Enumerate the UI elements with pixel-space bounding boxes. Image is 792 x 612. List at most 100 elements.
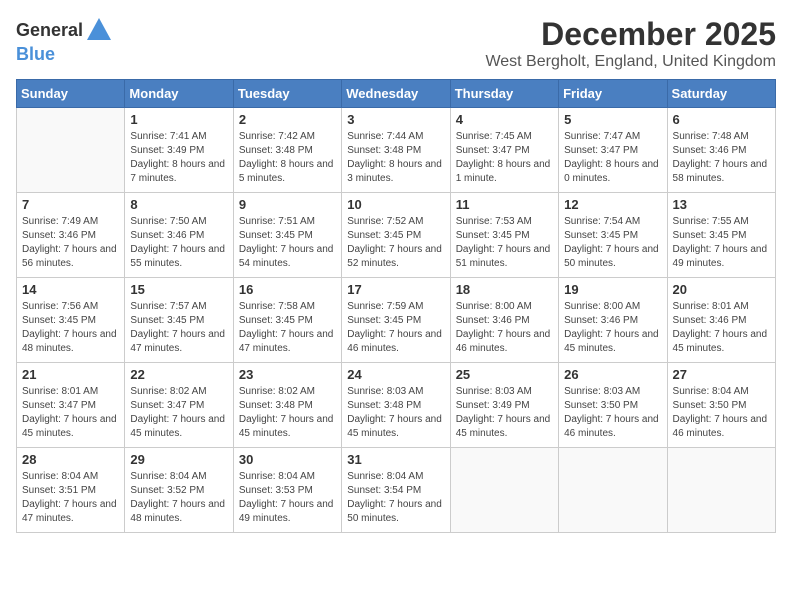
day-number: 26 bbox=[564, 367, 661, 382]
day-info: Sunrise: 8:02 AMSunset: 3:48 PMDaylight:… bbox=[239, 385, 336, 441]
calendar-cell: 26 Sunrise: 8:03 AMSunset: 3:50 PMDayligh… bbox=[559, 363, 667, 448]
day-info: Sunrise: 8:04 AMSunset: 3:52 PMDaylight:… bbox=[130, 470, 227, 526]
calendar-cell: 11Sunrise: 7:53 AMSunset: 3:45 PMDayligh… bbox=[450, 193, 558, 278]
day-number: 24 bbox=[347, 367, 444, 382]
calendar-cell: 29 Sunrise: 8:04 AMSunset: 3:52 PMDayligh… bbox=[125, 448, 233, 533]
weekday-header-row: SundayMondayTuesdayWednesdayThursdayFrid… bbox=[17, 80, 776, 108]
day-number: 13 bbox=[673, 197, 770, 212]
week-row-5: 28Sunrise: 8:04 AMSunset: 3:51 PMDayligh… bbox=[17, 448, 776, 533]
day-info: Sunrise: 8:03 AMSunset: 3:50 PMDaylight:… bbox=[564, 385, 661, 441]
calendar-cell bbox=[559, 448, 667, 533]
calendar-cell: 19 Sunrise: 8:00 AMSunset: 3:46 PMDayligh… bbox=[559, 278, 667, 363]
day-info: Sunrise: 8:03 AMSunset: 3:48 PMDaylight:… bbox=[347, 385, 444, 441]
logo-blue: Blue bbox=[16, 44, 55, 64]
week-row-4: 21 Sunrise: 8:01 AMSunset: 3:47 PMDayligh… bbox=[17, 363, 776, 448]
weekday-header-friday: Friday bbox=[559, 80, 667, 108]
day-info: Sunrise: 7:41 AMSunset: 3:49 PMDaylight:… bbox=[130, 130, 227, 186]
day-info: Sunrise: 7:54 AMSunset: 3:45 PMDaylight:… bbox=[564, 215, 661, 271]
day-info: Sunrise: 7:49 AMSunset: 3:46 PMDaylight:… bbox=[22, 215, 119, 271]
calendar-cell: 14 Sunrise: 7:56 AMSunset: 3:45 PMDayligh… bbox=[17, 278, 125, 363]
day-number: 27 bbox=[673, 367, 770, 382]
day-number: 12 bbox=[564, 197, 661, 212]
calendar-cell: 13 Sunrise: 7:55 AMSunset: 3:45 PMDayligh… bbox=[667, 193, 775, 278]
day-info: Sunrise: 7:51 AMSunset: 3:45 PMDaylight:… bbox=[239, 215, 336, 271]
logo-general: General bbox=[16, 20, 83, 41]
calendar-cell: 28Sunrise: 8:04 AMSunset: 3:51 PMDayligh… bbox=[17, 448, 125, 533]
day-number: 16 bbox=[239, 282, 336, 297]
day-number: 2 bbox=[239, 112, 336, 127]
day-info: Sunrise: 8:00 AMSunset: 3:46 PMDaylight:… bbox=[564, 300, 661, 356]
day-number: 5 bbox=[564, 112, 661, 127]
day-info: Sunrise: 8:04 AMSunset: 3:53 PMDaylight:… bbox=[239, 470, 336, 526]
calendar-cell bbox=[450, 448, 558, 533]
logo-icon bbox=[85, 16, 113, 44]
day-info: Sunrise: 7:44 AMSunset: 3:48 PMDaylight:… bbox=[347, 130, 444, 186]
day-info: Sunrise: 7:48 AMSunset: 3:46 PMDaylight:… bbox=[673, 130, 770, 186]
day-number: 19 bbox=[564, 282, 661, 297]
calendar-cell: 3 Sunrise: 7:44 AMSunset: 3:48 PMDaylight… bbox=[342, 108, 450, 193]
calendar-cell: 30 Sunrise: 8:04 AMSunset: 3:53 PMDayligh… bbox=[233, 448, 341, 533]
calendar-cell: 7 Sunrise: 7:49 AMSunset: 3:46 PMDaylight… bbox=[17, 193, 125, 278]
calendar-cell: 31Sunrise: 8:04 AMSunset: 3:54 PMDayligh… bbox=[342, 448, 450, 533]
calendar-cell: 16Sunrise: 7:58 AMSunset: 3:45 PMDayligh… bbox=[233, 278, 341, 363]
day-number: 7 bbox=[22, 197, 119, 212]
calendar-cell: 4Sunrise: 7:45 AMSunset: 3:47 PMDaylight… bbox=[450, 108, 558, 193]
weekday-header-saturday: Saturday bbox=[667, 80, 775, 108]
calendar-table: SundayMondayTuesdayWednesdayThursdayFrid… bbox=[16, 79, 776, 533]
calendar-cell: 24 Sunrise: 8:03 AMSunset: 3:48 PMDayligh… bbox=[342, 363, 450, 448]
day-number: 3 bbox=[347, 112, 444, 127]
weekday-header-tuesday: Tuesday bbox=[233, 80, 341, 108]
day-info: Sunrise: 7:55 AMSunset: 3:45 PMDaylight:… bbox=[673, 215, 770, 271]
day-info: Sunrise: 8:01 AMSunset: 3:47 PMDaylight:… bbox=[22, 385, 119, 441]
calendar-cell: 18 Sunrise: 8:00 AMSunset: 3:46 PMDayligh… bbox=[450, 278, 558, 363]
day-number: 1 bbox=[130, 112, 227, 127]
day-number: 18 bbox=[456, 282, 553, 297]
day-number: 15 bbox=[130, 282, 227, 297]
calendar-cell: 27 Sunrise: 8:04 AMSunset: 3:50 PMDayligh… bbox=[667, 363, 775, 448]
day-number: 25 bbox=[456, 367, 553, 382]
calendar-cell bbox=[667, 448, 775, 533]
day-info: Sunrise: 8:02 AMSunset: 3:47 PMDaylight:… bbox=[130, 385, 227, 441]
title-block: December 2025 West Bergholt, England, Un… bbox=[485, 16, 776, 71]
day-info: Sunrise: 7:56 AMSunset: 3:45 PMDaylight:… bbox=[22, 300, 119, 356]
calendar-cell: 15Sunrise: 7:57 AMSunset: 3:45 PMDayligh… bbox=[125, 278, 233, 363]
day-info: Sunrise: 7:45 AMSunset: 3:47 PMDaylight:… bbox=[456, 130, 553, 186]
day-info: Sunrise: 8:01 AMSunset: 3:46 PMDaylight:… bbox=[673, 300, 770, 356]
weekday-header-wednesday: Wednesday bbox=[342, 80, 450, 108]
week-row-3: 14 Sunrise: 7:56 AMSunset: 3:45 PMDayligh… bbox=[17, 278, 776, 363]
day-info: Sunrise: 8:04 AMSunset: 3:50 PMDaylight:… bbox=[673, 385, 770, 441]
day-number: 21 bbox=[22, 367, 119, 382]
day-number: 14 bbox=[22, 282, 119, 297]
calendar-cell: 10Sunrise: 7:52 AMSunset: 3:45 PMDayligh… bbox=[342, 193, 450, 278]
day-number: 20 bbox=[673, 282, 770, 297]
location-title: West Bergholt, England, United Kingdom bbox=[485, 53, 776, 71]
week-row-2: 7 Sunrise: 7:49 AMSunset: 3:46 PMDaylight… bbox=[17, 193, 776, 278]
calendar-cell: 25 Sunrise: 8:03 AMSunset: 3:49 PMDayligh… bbox=[450, 363, 558, 448]
calendar-cell: 1 Sunrise: 7:41 AMSunset: 3:49 PMDaylight… bbox=[125, 108, 233, 193]
calendar-cell: 22Sunrise: 8:02 AMSunset: 3:47 PMDayligh… bbox=[125, 363, 233, 448]
day-number: 30 bbox=[239, 452, 336, 467]
day-info: Sunrise: 7:42 AMSunset: 3:48 PMDaylight:… bbox=[239, 130, 336, 186]
calendar-cell: 17 Sunrise: 7:59 AMSunset: 3:45 PMDayligh… bbox=[342, 278, 450, 363]
day-number: 29 bbox=[130, 452, 227, 467]
day-info: Sunrise: 7:50 AMSunset: 3:46 PMDaylight:… bbox=[130, 215, 227, 271]
day-number: 17 bbox=[347, 282, 444, 297]
day-info: Sunrise: 7:52 AMSunset: 3:45 PMDaylight:… bbox=[347, 215, 444, 271]
month-title: December 2025 bbox=[485, 16, 776, 53]
day-number: 6 bbox=[673, 112, 770, 127]
day-number: 8 bbox=[130, 197, 227, 212]
week-row-1: 1 Sunrise: 7:41 AMSunset: 3:49 PMDaylight… bbox=[17, 108, 776, 193]
calendar-cell: 5Sunrise: 7:47 AMSunset: 3:47 PMDaylight… bbox=[559, 108, 667, 193]
day-info: Sunrise: 7:59 AMSunset: 3:45 PMDaylight:… bbox=[347, 300, 444, 356]
day-info: Sunrise: 8:00 AMSunset: 3:46 PMDaylight:… bbox=[456, 300, 553, 356]
day-info: Sunrise: 8:03 AMSunset: 3:49 PMDaylight:… bbox=[456, 385, 553, 441]
logo: General Blue bbox=[16, 16, 113, 65]
day-number: 11 bbox=[456, 197, 553, 212]
day-number: 28 bbox=[22, 452, 119, 467]
weekday-header-sunday: Sunday bbox=[17, 80, 125, 108]
weekday-header-thursday: Thursday bbox=[450, 80, 558, 108]
day-number: 9 bbox=[239, 197, 336, 212]
calendar-cell bbox=[17, 108, 125, 193]
calendar-cell: 23Sunrise: 8:02 AMSunset: 3:48 PMDayligh… bbox=[233, 363, 341, 448]
calendar-cell: 9 Sunrise: 7:51 AMSunset: 3:45 PMDaylight… bbox=[233, 193, 341, 278]
